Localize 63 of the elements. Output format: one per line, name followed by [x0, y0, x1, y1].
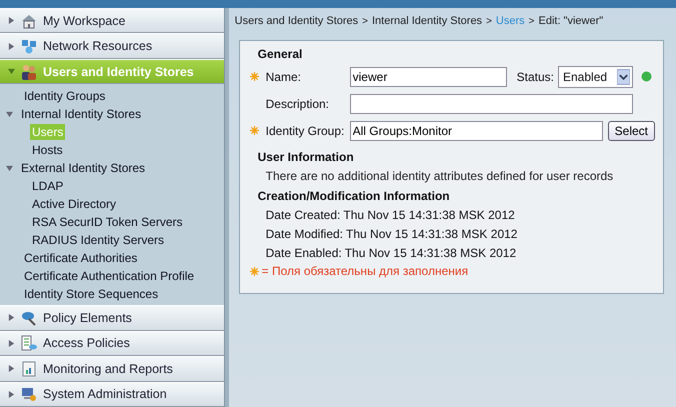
accordion-header[interactable]: Access Policies: [0, 330, 224, 356]
date-value: Thu Nov 15 14:31:38 MSK 2012: [344, 246, 516, 262]
status-dropdown[interactable]: Enabled: [558, 66, 633, 88]
date-value: Thu Nov 15 14:31:38 MSK 2012: [343, 208, 515, 224]
section-title: User Information: [258, 150, 355, 166]
collapsed-arrow-icon: [8, 314, 15, 322]
required-fields-note: = Поля обязательны для заполнения: [262, 264, 468, 278]
accordion-header[interactable]: Monitoring and Reports: [0, 356, 224, 382]
field-label: Description:: [266, 96, 330, 110]
tree-item[interactable]: Identity Store Sequences: [22, 286, 160, 302]
name-field[interactable]: viewer: [350, 66, 507, 86]
accordion-header[interactable]: System Administration: [0, 382, 224, 407]
required-star-icon: [250, 266, 259, 276]
tree-item[interactable]: Certificate Authorities: [22, 250, 140, 266]
tree-item[interactable]: Internal Identity Stores: [19, 106, 144, 122]
dropdown-arrow-icon: [617, 68, 630, 84]
required-star-icon: [250, 126, 259, 135]
computer-gear-icon: [21, 386, 37, 402]
date-value: Thu Nov 15 14:31:38 MSK 2012: [346, 227, 518, 243]
breadcrumb-separator: >: [362, 16, 368, 26]
expanded-arrow-icon: [8, 68, 15, 76]
accordion-header[interactable]: My Workspace: [0, 8, 224, 34]
expanded-arrow-icon[interactable]: [6, 110, 13, 118]
policy-icon: [21, 310, 37, 326]
identity-group-field[interactable]: All Groups:Monitor: [350, 120, 603, 140]
date-label: Date Created:: [266, 208, 340, 224]
section-title: Creation/Modification Information: [258, 189, 451, 205]
tree-item[interactable]: RSA SecurID Token Servers: [30, 214, 185, 230]
users-icon: [21, 64, 37, 80]
breadcrumb-separator: >: [528, 16, 534, 26]
network-icon: [21, 38, 37, 54]
collapsed-arrow-icon: [8, 17, 15, 24]
section-title: General: [258, 47, 304, 63]
select-button[interactable]: Select: [608, 120, 655, 140]
tree-item[interactable]: LDAP: [30, 178, 66, 194]
tree-item[interactable]: RADIUS Identity Servers: [30, 232, 166, 248]
date-label: Date Enabled:: [266, 246, 342, 262]
report-icon: [21, 360, 37, 377]
expanded-arrow-icon[interactable]: [6, 164, 13, 172]
collapsed-arrow-icon: [8, 390, 15, 398]
required-star-icon: [250, 72, 259, 81]
description-field[interactable]: [350, 94, 633, 114]
breadcrumb-item: Internal Identity Stores: [372, 15, 482, 27]
tree-item[interactable]: Active Directory: [30, 196, 118, 212]
collapsed-arrow-icon: [8, 340, 15, 347]
field-label: Identity Group:: [266, 124, 346, 138]
collapsed-arrow-icon: [8, 365, 15, 372]
info-text: There are no additional identity attributes defined for user records: [266, 169, 614, 183]
breadcrumb-item: Edit: "viewer": [538, 15, 604, 27]
accordion-header[interactable]: Network Resources: [0, 33, 224, 59]
field-label: Status:: [516, 70, 554, 84]
house-icon: [21, 12, 37, 29]
collapsed-arrow-icon: [8, 42, 15, 50]
field-label: Name:: [266, 70, 302, 84]
tree-item[interactable]: External Identity Stores: [19, 160, 148, 176]
date-label: Date Modified:: [266, 227, 344, 243]
tree-item[interactable]: Certificate Authentication Profile: [22, 268, 196, 284]
checklist-icon: [21, 335, 37, 352]
breadcrumb-item: Users and Identity Stores: [234, 15, 358, 27]
tree-item[interactable]: Hosts: [30, 142, 65, 158]
breadcrumb-separator: >: [486, 16, 492, 26]
tree-item[interactable]: Identity Groups: [22, 88, 108, 104]
accordion-header[interactable]: Policy Elements: [0, 305, 224, 331]
